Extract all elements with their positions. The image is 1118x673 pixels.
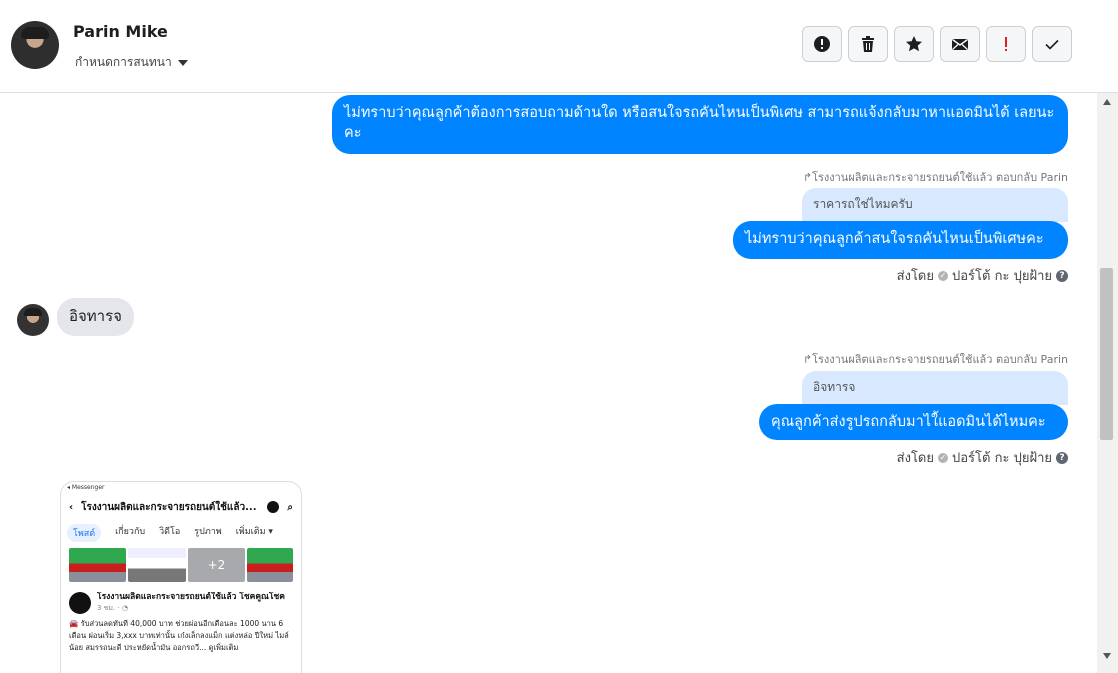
attachment-status-label: ◂ Messenger (67, 484, 105, 491)
delete-button[interactable] (848, 26, 888, 62)
sender-name[interactable]: ปอร์โต้ กะ ปุยฝ้าย (952, 447, 1052, 468)
alert-circle-icon (814, 36, 830, 52)
page-logo (69, 592, 91, 614)
attachment-thumbnails: +2 (61, 548, 301, 582)
more-count: +2 (207, 558, 226, 572)
exclamation-icon (1005, 37, 1007, 51)
report-button[interactable] (802, 26, 842, 62)
scrollbar-thumb[interactable] (1100, 268, 1113, 440)
car-thumbnail: +2 (187, 548, 246, 582)
message-bubble-outgoing[interactable]: ไม่ทราบว่าคุณลูกค้าสนใจรถคันไหนเป็นพิเศษ… (733, 221, 1068, 259)
back-arrow-icon: ‹ (69, 501, 74, 513)
attachment-post-header: โรงงานผลิตและกระจายรถยนต์ใช้แล้ว โชคคูณโ… (61, 582, 301, 614)
avatar[interactable] (11, 21, 59, 69)
trash-icon (862, 36, 874, 52)
conversation-assign-dropdown[interactable]: กำหนดการสนทนา (75, 53, 188, 72)
sent-by-line: ส่งโดย ✓ ปอร์โต้ กะ ปุยฝ้าย ? (897, 265, 1068, 286)
header-actions (802, 26, 1072, 62)
image-attachment[interactable]: ◂ Messenger ‹ โรงงานผลิตและกระจายรถยนต์ใ… (60, 481, 302, 673)
reply-arrow-icon: ↱ (802, 353, 813, 366)
scroll-down-arrow-icon[interactable] (1103, 653, 1111, 659)
quoted-message[interactable]: ราคารถใช่ไหมครับ (802, 188, 1068, 222)
messenger-icon (267, 501, 280, 513)
mark-unread-button[interactable] (940, 26, 980, 62)
attachment-tab: วิดีโอ (159, 527, 181, 537)
scrollbar[interactable] (1097, 93, 1118, 673)
message-bubble-outgoing[interactable]: ไม่ทราบว่าคุณลูกค้าต้องการสอบถามด้านใด ห… (332, 95, 1068, 154)
car-thumbnail (69, 548, 127, 582)
envelope-icon (952, 38, 968, 50)
attachment-post-body: 🚘 รับส่วนลดทันที 40,000 บาท ช่วยผ่อนอีกเ… (69, 619, 289, 652)
car-thumbnail (247, 548, 294, 582)
help-icon[interactable]: ? (1056, 451, 1068, 464)
attachment-post-time: 3 ชม. · ◔ (97, 604, 129, 612)
avatar[interactable] (17, 304, 49, 336)
page-badge-icon: ✓ (938, 270, 948, 281)
message-bubble-incoming[interactable]: อิจทารจ (57, 298, 134, 336)
attachment-post-title: โรงงานผลิตและกระจายรถยนต์ใช้แล้ว โชคคูณโ… (97, 592, 285, 602)
message-bubble-outgoing[interactable]: คุณลูกค้าส่งรูปรถกลับมาไใ้แอดมินได้ไหมคะ (759, 404, 1068, 440)
attachment-tabs: โพสต์ เกี่ยวกับ วิดีโอ รูปภาพ เพิ่มเติม … (61, 520, 301, 546)
help-icon[interactable]: ? (1056, 269, 1068, 282)
attachment-tab: เกี่ยวกับ (115, 527, 146, 537)
conversation-header: Parin Mike กำหนดการสนทนา (0, 0, 1118, 93)
search-icon: ⌕ (287, 501, 293, 513)
reply-meta: ↱โรงงานผลิตและกระจายรถยนต์ใช้แล้ว ตอบกลั… (802, 171, 1068, 184)
page-badge-icon: ✓ (938, 452, 948, 463)
reply-arrow-icon: ↱ (802, 171, 813, 184)
assign-label: กำหนดการสนทนา (75, 55, 172, 69)
contact-name[interactable]: Parin Mike (73, 22, 168, 41)
car-thumbnail (128, 548, 186, 582)
quoted-message[interactable]: อิจทารจ (802, 371, 1068, 405)
reply-meta: ↱โรงงานผลิตและกระจายรถยนต์ใช้แล้ว ตอบกลั… (802, 353, 1068, 366)
attachment-tab: รูปภาพ (194, 527, 222, 537)
star-icon (906, 36, 922, 52)
checkmark-icon (1045, 39, 1059, 50)
caret-down-icon (177, 60, 188, 66)
attachment-tab: เพิ่มเติม ▾ (235, 527, 273, 537)
star-button[interactable] (894, 26, 934, 62)
attachment-page-title: โรงงานผลิตและกระจายรถยนต์ใช้แล้ว... (81, 501, 257, 513)
sent-by-label: ส่งโดย (896, 269, 934, 284)
sender-name[interactable]: ปอร์โต้ กะ ปุยฝ้าย (952, 265, 1052, 286)
mark-done-button[interactable] (1032, 26, 1072, 62)
attachment-tab: โพสต์ (67, 524, 102, 542)
attachment-page-bar: ‹ โรงงานผลิตและกระจายรถยนต์ใช้แล้ว... ⌕ (61, 494, 301, 520)
message-thread[interactable]: ไม่ทราบว่าคุณลูกค้าต้องการสอบถามด้านใด ห… (0, 93, 1097, 673)
sent-by-label: ส่งโดย (896, 451, 934, 466)
sent-by-line: ส่งโดย ✓ ปอร์โต้ กะ ปุยฝ้าย ? (897, 447, 1068, 468)
mark-important-button[interactable] (986, 26, 1026, 62)
scroll-up-arrow-icon[interactable] (1103, 99, 1111, 105)
